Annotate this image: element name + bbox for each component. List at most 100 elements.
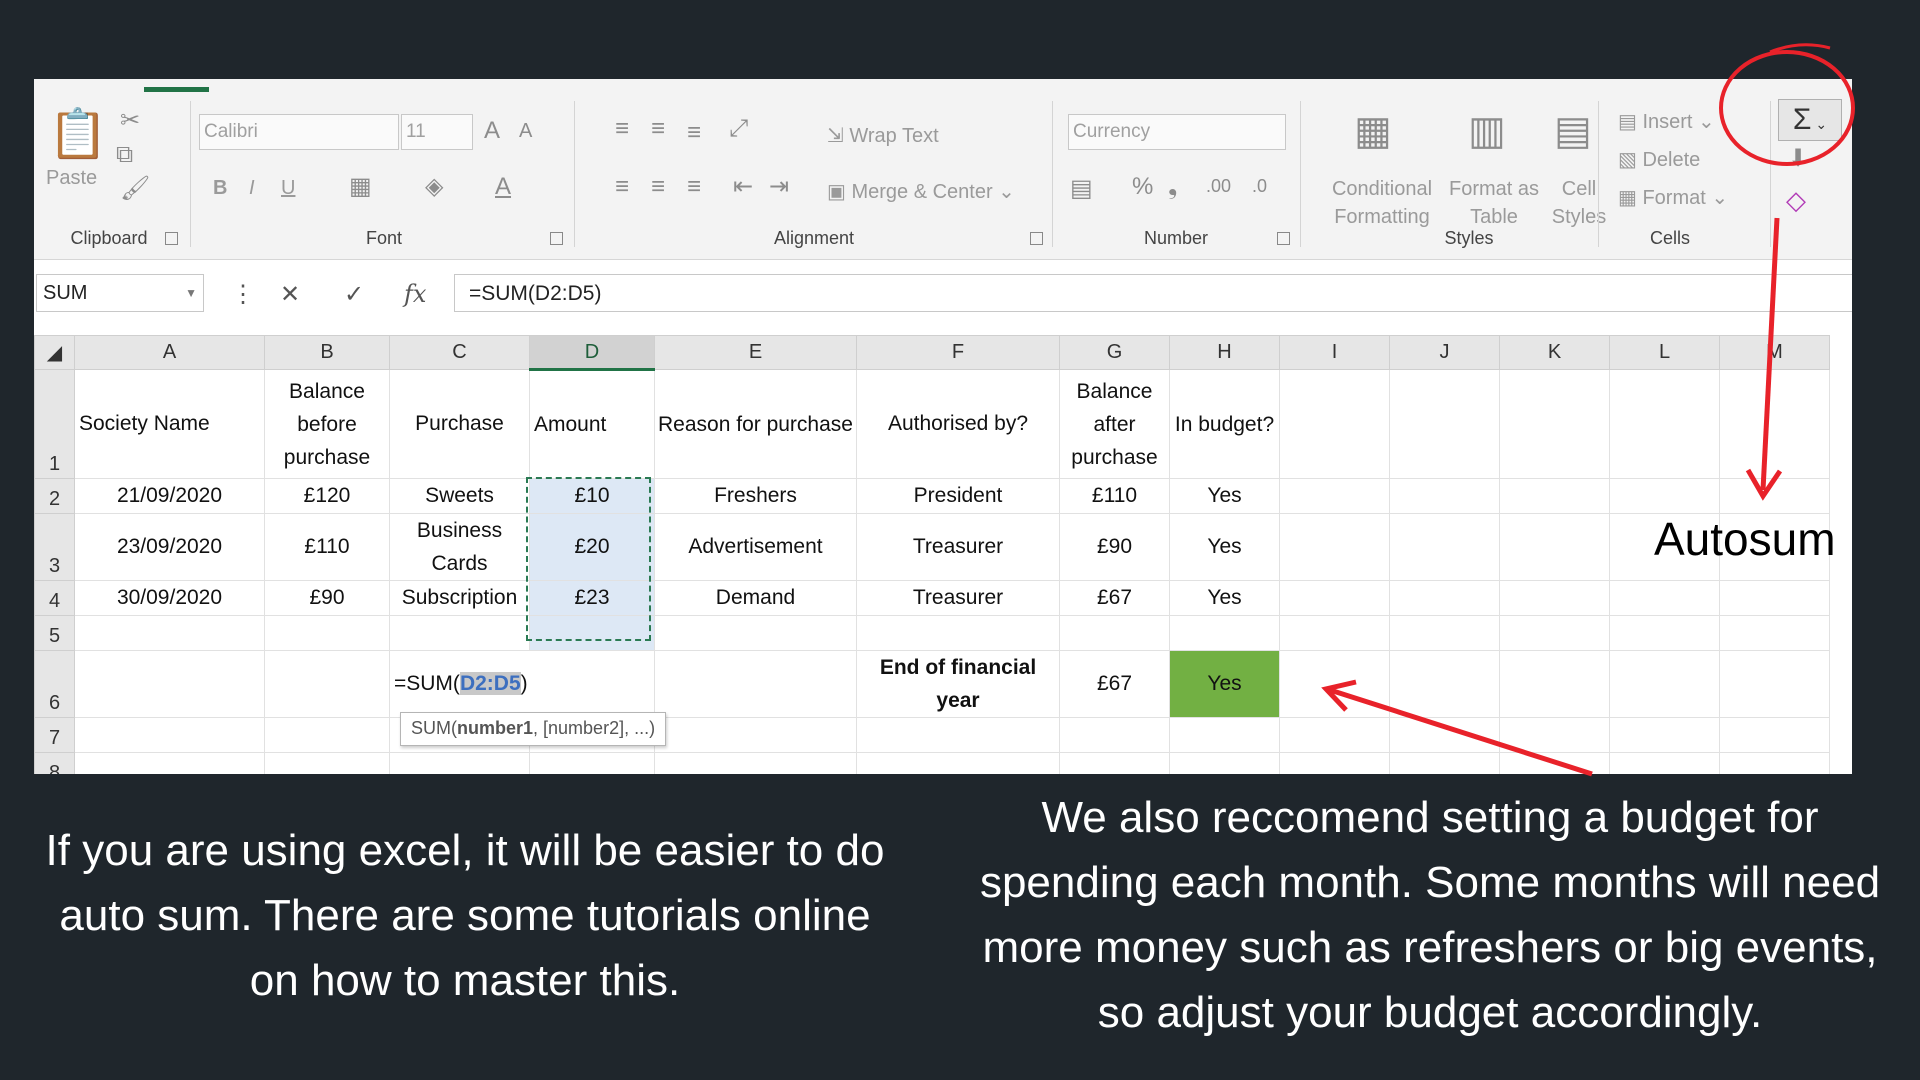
alignment-launcher-icon[interactable] [1030, 232, 1043, 245]
align-middle-icon[interactable]: ≡ [651, 117, 665, 141]
cell-empty[interactable] [1059, 717, 1170, 753]
cell-empty[interactable] [74, 752, 265, 774]
cell-b4[interactable]: £90 [264, 580, 390, 616]
cell-empty[interactable] [1389, 615, 1500, 651]
grow-font-icon[interactable]: A [484, 119, 500, 143]
conditional-formatting-icon[interactable]: ▦ [1354, 111, 1392, 151]
row-header[interactable]: 7 [34, 717, 75, 753]
insert-function-icon[interactable]: fx [404, 280, 426, 308]
cell-empty[interactable] [1389, 513, 1500, 581]
column-header[interactable]: K [1499, 335, 1610, 370]
cell-f1[interactable]: Authorised by? [856, 369, 1060, 479]
format-button[interactable]: ▦ Format ⌄ [1618, 185, 1728, 210]
cell-empty[interactable] [654, 615, 857, 651]
cell-empty[interactable] [1609, 717, 1720, 753]
row-header[interactable]: 2 [34, 478, 75, 514]
cell-e4[interactable]: Demand [654, 580, 857, 616]
cell-f4[interactable]: Treasurer [856, 580, 1060, 616]
align-bottom-icon[interactable]: ≡ [687, 121, 701, 145]
orientation-icon[interactable]: ⤢ [729, 117, 748, 141]
column-header[interactable]: I [1279, 335, 1390, 370]
percent-icon[interactable]: % [1132, 175, 1153, 199]
cell-empty[interactable] [529, 752, 655, 774]
cell-empty[interactable] [1609, 615, 1720, 651]
cell-b1[interactable]: Balance before purchase [264, 369, 390, 479]
cell-empty[interactable] [1059, 752, 1170, 774]
cell-a3[interactable]: 23/09/2020 [74, 513, 265, 581]
cell-d1[interactable]: Amount [529, 369, 655, 479]
decrease-indent-icon[interactable]: ⇤ [733, 175, 753, 199]
cell-empty[interactable] [1279, 580, 1390, 616]
cell-a1[interactable]: Society Name [74, 369, 265, 479]
italic-button[interactable]: I [249, 177, 255, 200]
row-header[interactable]: 4 [34, 580, 75, 616]
cell-a6[interactable] [74, 650, 265, 718]
cell-empty[interactable] [1609, 369, 1720, 479]
column-header[interactable]: J [1389, 335, 1500, 370]
cell-empty[interactable] [1609, 650, 1720, 718]
row-header[interactable]: 3 [34, 513, 75, 581]
cell-empty[interactable] [1389, 369, 1500, 479]
cell-empty[interactable] [1499, 717, 1610, 753]
cell-a4[interactable]: 30/09/2020 [74, 580, 265, 616]
cell-empty[interactable] [1059, 615, 1170, 651]
cell-empty[interactable] [1389, 650, 1500, 718]
cell-h6[interactable]: Yes [1169, 650, 1280, 718]
align-left-icon[interactable]: ≡ [615, 175, 629, 199]
merge-center-button[interactable]: ▣ Merge & Center ⌄ [827, 179, 1015, 204]
cell-empty[interactable] [1389, 717, 1500, 753]
decrease-decimal-icon[interactable]: .0 [1252, 177, 1267, 195]
cell-empty[interactable] [856, 717, 1060, 753]
font-size-combo[interactable]: 11 [401, 114, 473, 150]
fill-color-icon[interactable]: ◈ [425, 175, 443, 199]
cell-empty[interactable] [264, 615, 390, 651]
cell-empty[interactable] [1279, 752, 1390, 774]
cell-empty[interactable] [1389, 580, 1500, 616]
clipboard-launcher-icon[interactable] [165, 232, 178, 245]
cell-empty[interactable] [1279, 478, 1390, 514]
format-as-table-icon[interactable]: ▥ [1468, 111, 1506, 151]
cell-empty[interactable] [1499, 513, 1610, 581]
insert-button[interactable]: ▤ Insert ⌄ [1618, 109, 1715, 134]
cell-empty[interactable] [389, 615, 530, 651]
cell-g6[interactable]: £67 [1059, 650, 1170, 718]
cell-empty[interactable] [1389, 752, 1500, 774]
cell-d6[interactable] [529, 650, 655, 719]
cell-e2[interactable]: Freshers [654, 478, 857, 514]
cell-b6[interactable] [264, 650, 390, 718]
name-box[interactable]: SUM ▼ [36, 274, 204, 312]
cell-empty[interactable] [1719, 717, 1830, 753]
cell-h2[interactable]: Yes [1169, 478, 1280, 514]
column-header[interactable]: B [264, 335, 390, 370]
comma-style-icon[interactable]: ❟ [1168, 175, 1177, 199]
cell-g3[interactable]: £90 [1059, 513, 1170, 581]
conditional-formatting-button[interactable]: Conditional Formatting [1322, 175, 1442, 231]
number-launcher-icon[interactable] [1277, 232, 1290, 245]
column-header[interactable]: C [389, 335, 530, 370]
column-header[interactable]: D [529, 335, 655, 371]
wrap-text-button[interactable]: ⇲ Wrap Text [827, 123, 939, 148]
cell-empty[interactable] [1499, 650, 1610, 718]
cell-empty[interactable] [1499, 478, 1610, 514]
enter-icon[interactable]: ✓ [344, 280, 364, 309]
row-header[interactable]: 8 [34, 752, 75, 774]
increase-indent-icon[interactable]: ⇥ [769, 175, 789, 199]
row-header[interactable]: 1 [34, 369, 75, 479]
cell-empty[interactable] [1389, 478, 1500, 514]
row-header[interactable]: 6 [34, 650, 75, 718]
format-painter-icon[interactable]: 🖌 [120, 177, 150, 201]
column-header[interactable]: A [74, 335, 265, 370]
column-header[interactable]: G [1059, 335, 1170, 370]
cell-empty[interactable] [654, 752, 857, 774]
cell-empty[interactable] [1279, 369, 1390, 479]
autosum-button[interactable]: Σ ⌄ [1778, 99, 1842, 141]
underline-button[interactable]: U [281, 177, 295, 200]
cell-c2[interactable]: Sweets [389, 478, 530, 514]
cell-f2[interactable]: President [856, 478, 1060, 514]
cell-empty[interactable] [389, 752, 530, 774]
cell-empty[interactable] [856, 752, 1060, 774]
cell-empty[interactable] [74, 717, 265, 753]
fill-icon[interactable]: ⬇ [1788, 147, 1808, 171]
cell-empty[interactable] [1169, 615, 1280, 651]
formula-input[interactable]: =SUM(D2:D5) [454, 274, 1852, 312]
